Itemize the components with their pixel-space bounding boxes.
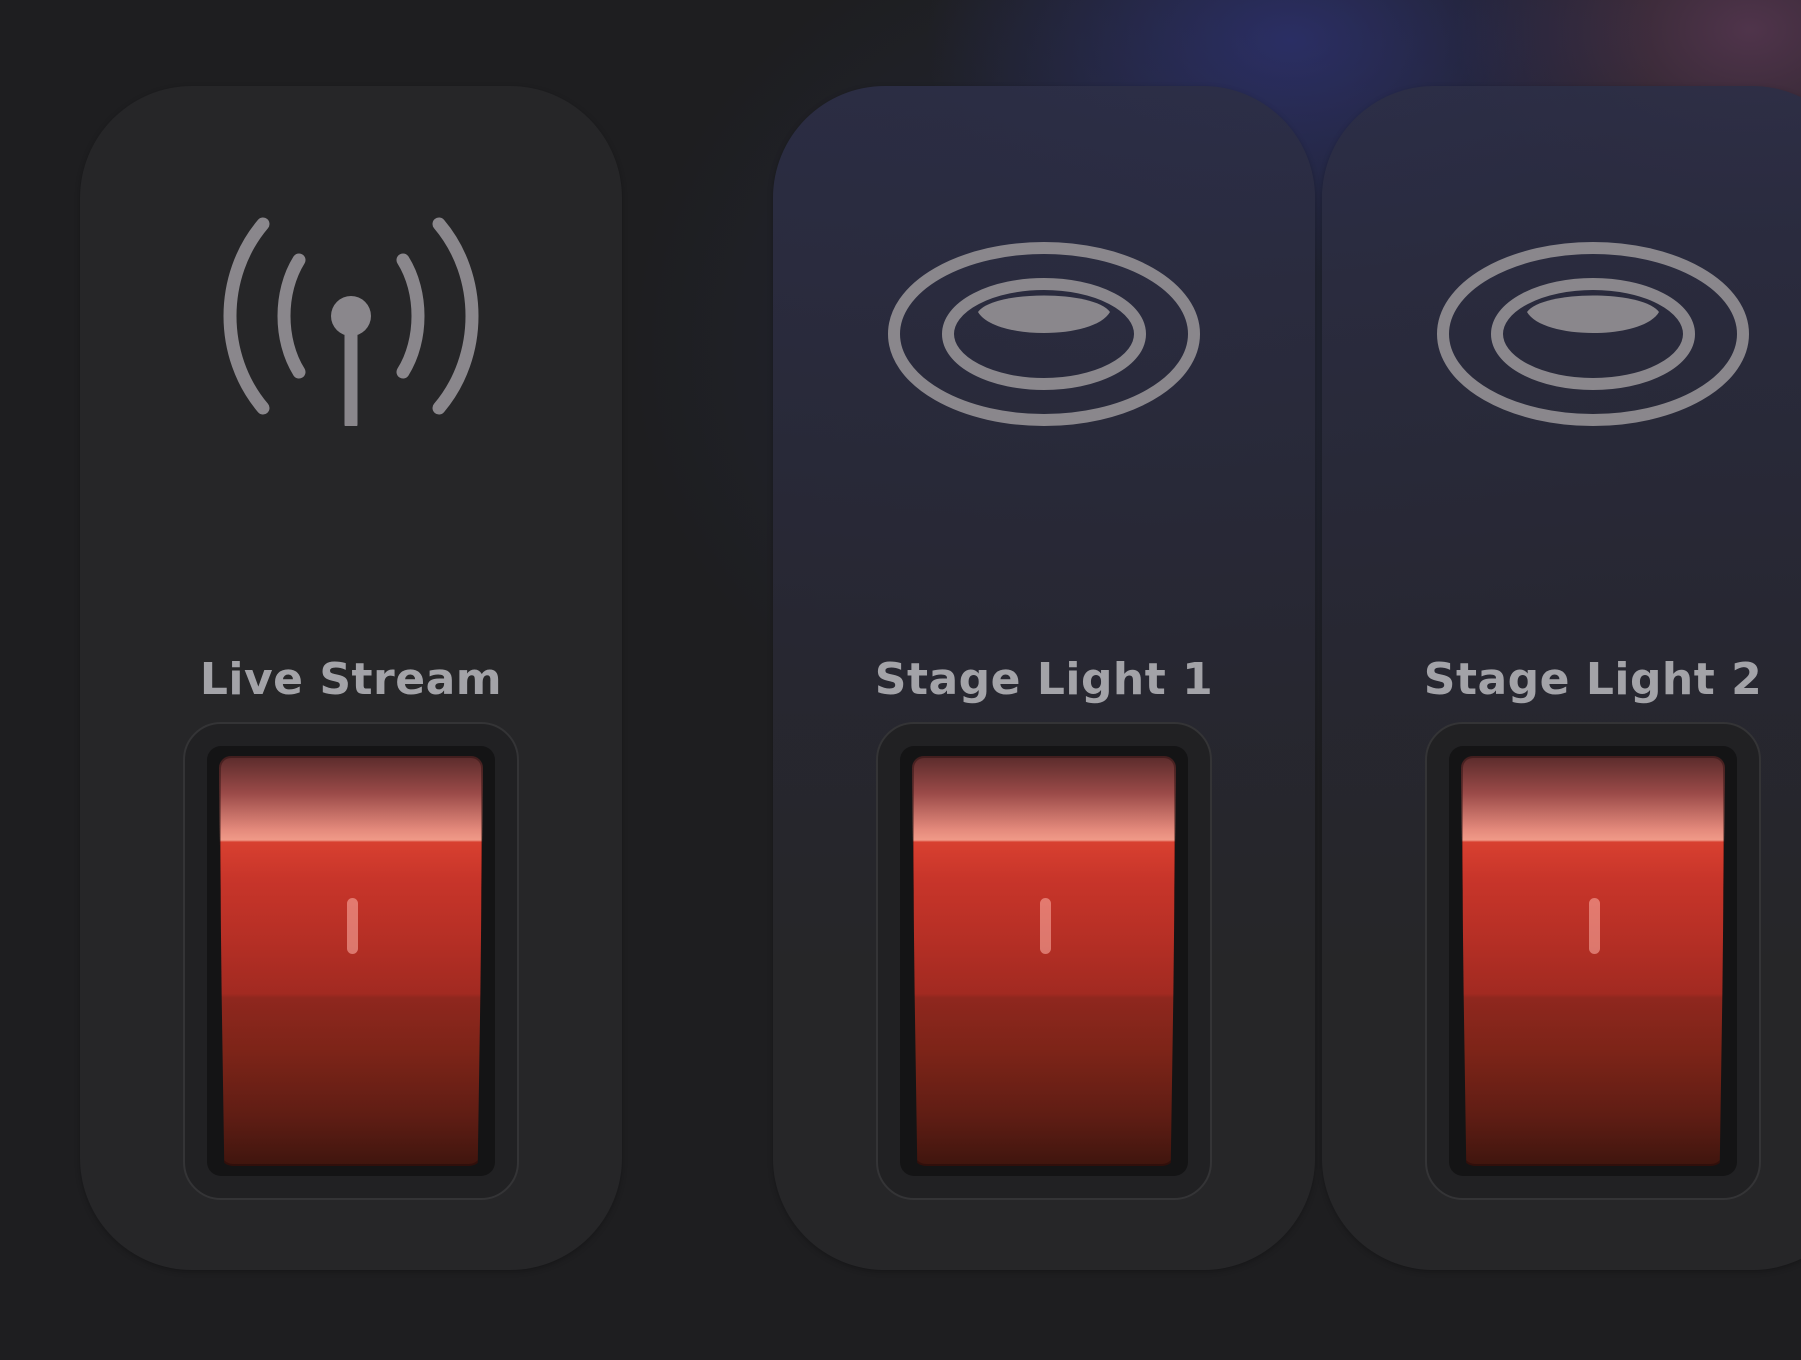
control-label: Stage Light 2 bbox=[1423, 654, 1763, 705]
recessed-light-icon bbox=[888, 242, 1200, 426]
on-indicator-mark bbox=[1589, 898, 1600, 954]
on-indicator-mark bbox=[1040, 898, 1051, 954]
rocker-switch-stage-light-2[interactable] bbox=[1425, 722, 1761, 1200]
control-card-stage-light-2: Stage Light 2 bbox=[1322, 86, 1801, 1270]
rocker-button[interactable] bbox=[219, 756, 483, 1166]
control-card-live-stream: Live Stream bbox=[80, 86, 622, 1270]
control-label: Stage Light 1 bbox=[874, 654, 1214, 705]
rocker-button[interactable] bbox=[912, 756, 1176, 1166]
switch-panel: Live Stream Stage Light 1 Stage Light 2 bbox=[0, 0, 1801, 1360]
rocker-switch-live-stream[interactable] bbox=[183, 722, 519, 1200]
control-label: Live Stream bbox=[199, 654, 503, 705]
switch-housing bbox=[900, 746, 1188, 1176]
rocker-button[interactable] bbox=[1461, 756, 1725, 1166]
rocker-switch-stage-light-1[interactable] bbox=[876, 722, 1212, 1200]
broadcast-antenna-icon bbox=[223, 217, 479, 426]
control-card-stage-light-1: Stage Light 1 bbox=[773, 86, 1315, 1270]
on-indicator-mark bbox=[347, 898, 358, 954]
switch-housing bbox=[207, 746, 495, 1176]
recessed-light-icon bbox=[1437, 242, 1749, 426]
switch-housing bbox=[1449, 746, 1737, 1176]
